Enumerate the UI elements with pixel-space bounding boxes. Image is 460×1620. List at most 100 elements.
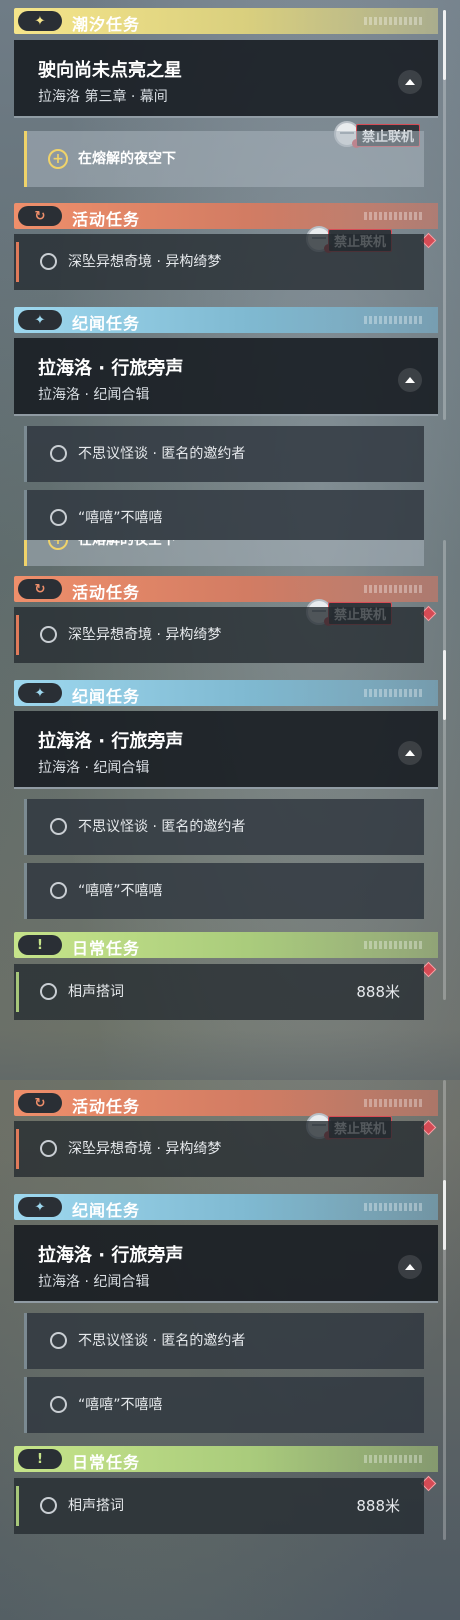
quest-title: 驶向尚未点亮之星 <box>38 60 182 81</box>
scrollbar[interactable] <box>443 1080 446 1540</box>
legend-quest-card[interactable]: 拉海洛 · 行旅旁声 拉海洛 · 纪闻合辑 <box>14 711 438 789</box>
scrollbar[interactable] <box>443 540 446 1000</box>
legend-subquest[interactable]: “嘻嘻”不嘻嘻 <box>24 863 424 919</box>
chevron-up-icon[interactable] <box>398 741 422 765</box>
chevron-up-icon[interactable] <box>398 368 422 392</box>
legend-subquest[interactable]: “嘻嘻”不嘻嘻 <box>24 490 424 540</box>
legend-subquest[interactable]: “嘻嘻”不嘻嘻 <box>24 1377 424 1433</box>
header-decoration <box>364 689 424 697</box>
subquest-label: 不思议怪谈 · 匿名的邀约者 <box>78 1333 246 1349</box>
legend-subquest[interactable]: 不思议怪谈 · 匿名的邀约者 <box>24 426 424 482</box>
legend-quest-header[interactable]: ✦ 纪闻任务 <box>14 307 438 333</box>
fade-overlay <box>0 1030 460 1080</box>
circle-icon <box>50 818 67 835</box>
legend-quest-card[interactable]: 拉海洛 · 行旅旁声 拉海洛 · 纪闻合辑 <box>14 1225 438 1303</box>
event-quest-row[interactable]: 深坠异想奇境 · 异构绮梦 <box>14 1121 424 1177</box>
event-quest-row[interactable]: 深坠异想奇境 · 异构绮梦 <box>14 607 424 663</box>
sparkle-icon: ✦ <box>18 310 62 330</box>
subquest-label: 在熔解的夜空下 <box>78 540 176 548</box>
legend-quest-header[interactable]: ✦ 纪闻任务 <box>14 1194 438 1220</box>
scrollbar-thumb[interactable] <box>443 1180 446 1250</box>
subquest-label: 不思议怪谈 · 匿名的邀约者 <box>78 446 246 462</box>
event-quest-title: 活动任务 <box>72 583 141 602</box>
quest-label: 相声搭词 <box>68 984 124 1000</box>
refresh-icon: ↻ <box>18 1093 62 1113</box>
subquest-label: “嘻嘻”不嘻嘻 <box>78 510 163 526</box>
quest-label: 深坠异想奇境 · 异构绮梦 <box>68 1141 222 1157</box>
accent-bar <box>24 863 27 919</box>
scrollbar-thumb[interactable] <box>443 650 446 720</box>
accent-bar <box>24 799 27 855</box>
event-quest-header[interactable]: ↻ 活动任务 <box>14 1090 438 1116</box>
daily-quest-header[interactable]: ! 日常任务 <box>14 932 438 958</box>
subquest-label: 在熔解的夜空下 <box>78 151 176 167</box>
accent-bar <box>24 426 27 482</box>
accent-bar <box>24 131 27 187</box>
accent-bar <box>24 1377 27 1433</box>
scrollbar[interactable] <box>443 10 446 420</box>
quest-panel-2: + 在熔解的夜空下 ↻ 活动任务 禁止联机 深坠异想奇境 · 异构绮梦 ✦ 纪闻… <box>0 540 460 1080</box>
tide-quest-card[interactable]: 驶向尚未点亮之星 拉海洛 第三章 · 幕间 <box>14 40 438 118</box>
quest-title: 拉海洛 · 行旅旁声 <box>38 731 184 752</box>
header-decoration <box>364 316 424 324</box>
tide-quest-header[interactable]: ✦ 潮汐任务 <box>14 8 438 34</box>
quest-panel-1: ✦ 潮汐任务 驶向尚未点亮之星 拉海洛 第三章 · 幕间 禁止联机 + 在熔解的… <box>0 0 460 540</box>
subquest-label: “嘻嘻”不嘻嘻 <box>78 1397 163 1413</box>
quest-subtitle: 拉海洛 · 纪闻合辑 <box>38 1274 150 1290</box>
accent-bar <box>24 1313 27 1369</box>
subquest-label: “嘻嘻”不嘻嘻 <box>78 883 163 899</box>
daily-quest-title: 日常任务 <box>72 939 141 958</box>
circle-icon <box>50 1332 67 1349</box>
tide-subquest[interactable]: + 在熔解的夜空下 <box>24 131 424 187</box>
legend-quest-title: 纪闻任务 <box>72 314 141 333</box>
header-decoration <box>364 1099 424 1107</box>
header-decoration <box>364 212 424 220</box>
quest-subtitle: 拉海洛 · 纪闻合辑 <box>38 387 150 403</box>
event-quest-header[interactable]: ↻ 活动任务 <box>14 203 438 229</box>
sparkle-icon: ✦ <box>18 1197 62 1217</box>
plus-circle-icon: + <box>48 540 68 550</box>
header-decoration <box>364 1455 424 1463</box>
circle-icon <box>50 509 67 526</box>
daily-quest-header[interactable]: ! 日常任务 <box>14 1446 438 1472</box>
event-quest-header[interactable]: ↻ 活动任务 <box>14 576 438 602</box>
accent-bar <box>16 615 19 655</box>
legend-quest-title: 纪闻任务 <box>72 1201 141 1220</box>
header-decoration <box>364 585 424 593</box>
quest-title: 拉海洛 · 行旅旁声 <box>38 1245 184 1266</box>
circle-icon <box>50 882 67 899</box>
tide-subquest[interactable]: + 在熔解的夜空下 <box>24 540 424 566</box>
legend-quest-card[interactable]: 拉海洛 · 行旅旁声 拉海洛 · 纪闻合辑 <box>14 338 438 416</box>
chevron-up-icon[interactable] <box>398 70 422 94</box>
legend-subquest[interactable]: 不思议怪谈 · 匿名的邀约者 <box>24 799 424 855</box>
legend-quest-header[interactable]: ✦ 纪闻任务 <box>14 680 438 706</box>
distance-label: 888米 <box>356 1497 400 1515</box>
event-quest-title: 活动任务 <box>72 1097 141 1116</box>
circle-icon <box>40 1140 57 1157</box>
legend-subquest[interactable]: 不思议怪谈 · 匿名的邀约者 <box>24 1313 424 1369</box>
circle-icon <box>40 1497 57 1514</box>
accent-bar <box>16 1129 19 1169</box>
refresh-icon: ↻ <box>18 206 62 226</box>
distance-label: 888米 <box>356 983 400 1001</box>
event-quest-row[interactable]: 深坠异想奇境 · 异构绮梦 <box>14 234 424 290</box>
scrollbar-thumb[interactable] <box>443 10 446 80</box>
refresh-icon: ↻ <box>18 579 62 599</box>
circle-icon <box>40 253 57 270</box>
accent-bar <box>16 1486 19 1526</box>
header-decoration <box>364 1203 424 1211</box>
circle-icon <box>50 445 67 462</box>
daily-quest-row[interactable]: 相声搭词 888米 <box>14 1478 424 1534</box>
daily-quest-row[interactable]: 相声搭词 888米 <box>14 964 424 1020</box>
exclamation-icon: ! <box>18 1449 62 1469</box>
header-decoration <box>364 17 424 25</box>
header-decoration <box>364 941 424 949</box>
accent-bar <box>24 540 27 566</box>
accent-bar <box>16 972 19 1012</box>
circle-icon <box>40 626 57 643</box>
quest-panel-3: ↻ 活动任务 禁止联机 深坠异想奇境 · 异构绮梦 ✦ 纪闻任务 拉海洛 · 行… <box>0 1080 460 1620</box>
accent-bar <box>16 242 19 282</box>
event-quest-title: 活动任务 <box>72 210 141 229</box>
chevron-up-icon[interactable] <box>398 1255 422 1279</box>
quest-subtitle: 拉海洛 · 纪闻合辑 <box>38 760 150 776</box>
